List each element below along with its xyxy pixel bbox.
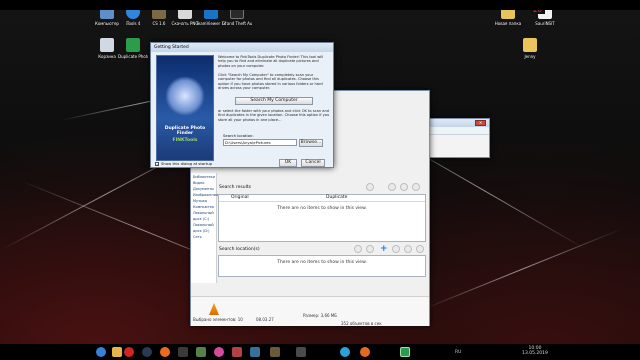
opera-icon[interactable] [124, 347, 134, 357]
app-icon-1[interactable] [178, 347, 188, 357]
search-locations-section: Search location(s) + There are no items … [218, 245, 428, 285]
duplicate-finder-icon [126, 38, 140, 52]
results-table[interactable]: Original Duplicate There are no items to… [218, 194, 426, 242]
move-icon[interactable] [400, 183, 408, 191]
language-indicator[interactable]: RU [455, 350, 461, 355]
or-select-text: or select the folder with your photos an… [218, 109, 330, 122]
firefox-icon[interactable] [360, 347, 370, 357]
letterbox-top [0, 0, 640, 10]
status-size: Размер: 3,66 МБ [303, 313, 337, 318]
startup-label: Show this dialog at startup [161, 161, 213, 166]
refresh-icon[interactable] [366, 183, 374, 191]
close-button[interactable]: ✕ [475, 120, 486, 126]
show-at-startup[interactable]: ✓ Show this dialog at startup [155, 161, 212, 166]
nav-item[interactable]: Сеть [193, 234, 214, 240]
nav-item[interactable]: Локальный диск (C:) [193, 210, 214, 222]
clock-date: 13.05.2019 [522, 351, 548, 356]
computer-icon [100, 10, 114, 19]
steam-icon[interactable] [142, 347, 152, 357]
navigation-pane[interactable]: Библиотеки Видео Документы Изображения М… [191, 173, 218, 283]
clear-locations-icon[interactable] [366, 245, 374, 253]
getting-started-dialog[interactable]: Getting Started Duplicate Photo Finder F… [150, 42, 334, 168]
origin-icon[interactable] [160, 347, 170, 357]
locations-table[interactable]: There are no items to show in this view. [218, 255, 426, 277]
search-results-label: Search results [219, 185, 251, 190]
location-input[interactable]: D:\Users\Anya\ePictures [223, 139, 297, 146]
browse-button[interactable]: Browse... [299, 139, 323, 147]
app-icon-3[interactable] [250, 347, 260, 357]
image-file-icon [178, 10, 192, 19]
empty-locations-text: There are no items to show in this view. [277, 260, 367, 265]
col-original[interactable]: Original [219, 195, 322, 201]
gta-icon [230, 10, 244, 19]
col-duplicate[interactable]: Duplicate [322, 195, 425, 201]
cancel-button[interactable]: Cancel [301, 159, 325, 167]
start-button-icon[interactable] [96, 347, 106, 357]
telegram-icon[interactable] [340, 347, 350, 357]
status-date: 08.03.27 [256, 317, 274, 322]
duplicate-finder-taskbar-icon[interactable] [400, 347, 410, 357]
down-icon[interactable] [416, 245, 424, 253]
gta-taskbar-icon[interactable] [196, 347, 206, 357]
ok-button[interactable]: OK [279, 159, 297, 167]
desktop: Компьютер iTools 4 CS 1.6 Скачать PNG Te… [0, 10, 640, 344]
dialog-title: Getting Started [154, 45, 189, 50]
clock-widget: 28 [530, 10, 545, 14]
desktop-icon-new-folder[interactable]: Новая папка [493, 10, 523, 26]
folder-icon [501, 10, 515, 19]
details-pane: Выбрано элементов: 10 08.03.27 Размер: 3… [191, 296, 429, 326]
explorer-2-titlebar[interactable]: ✕ [429, 119, 489, 127]
desktop-icon-gta[interactable]: Grand Theft Auto 3 [222, 10, 252, 26]
cs-taskbar-icon[interactable] [270, 347, 280, 357]
light-streak [419, 227, 625, 311]
settings-icon[interactable] [412, 183, 420, 191]
delete-icon[interactable] [388, 183, 396, 191]
results-header: Original Duplicate [219, 195, 425, 202]
explorer-2-address-bar[interactable] [429, 127, 489, 135]
folder-icon [523, 38, 537, 52]
nav-item[interactable]: Локальный диск (D:) [193, 222, 214, 234]
desktop-icon-duplicate-finder[interactable]: Duplicate Photo Find... [118, 38, 148, 59]
explorer-icon[interactable] [112, 347, 122, 357]
search-results-section: Search results Original Duplicate There … [218, 183, 428, 245]
product-logo-panel: Duplicate Photo Finder FINKTools [156, 55, 214, 161]
empty-results-text: There are no items to show in this view. [277, 206, 367, 211]
app-icon-4[interactable] [296, 347, 306, 357]
logo-graphic [165, 76, 205, 116]
startup-checkbox[interactable]: ✓ [155, 161, 159, 166]
status-selected: Выбрано элементов: 10 [193, 317, 243, 322]
vlc-cone-icon [209, 303, 219, 315]
up-icon[interactable] [404, 245, 412, 253]
welcome-text: Welcome to FinkTools Duplicate Photo Fin… [218, 55, 324, 68]
recycle-bin-icon [100, 38, 114, 52]
add-location-icon[interactable]: + [380, 245, 388, 254]
music-icon[interactable] [214, 347, 224, 357]
app-icon-2[interactable] [232, 347, 242, 357]
desktop-icon-jenny[interactable]: Jenny [515, 38, 545, 59]
logo-text: Duplicate Photo Finder [164, 126, 206, 136]
location-label: Search location: [223, 133, 254, 138]
teamviewer-icon [204, 10, 218, 19]
status-sync: 352 объектов в сек [341, 321, 382, 326]
dialog-titlebar[interactable]: Getting Started [151, 43, 333, 52]
info-icon[interactable] [392, 245, 400, 253]
itools-icon [126, 10, 140, 19]
brand-text: FINKTools [172, 138, 198, 143]
counter-strike-icon [152, 10, 166, 19]
remove-location-icon[interactable] [354, 245, 362, 253]
search-hint-text: Click "Search My Computer" to completely… [218, 73, 323, 91]
search-my-computer-button[interactable]: Search My Computer [235, 97, 313, 105]
system-clock[interactable]: 10:00 13.05.2019 [515, 346, 555, 356]
explorer-window-2[interactable]: ✕ [428, 118, 490, 158]
